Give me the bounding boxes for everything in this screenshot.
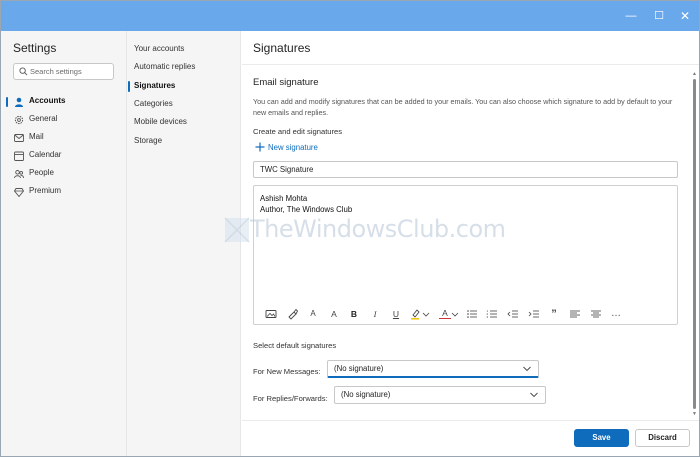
section-description: You can add and modify signatures that c… — [253, 97, 673, 117]
section-title: Email signature — [253, 77, 319, 88]
search-icon — [19, 67, 28, 76]
people-icon — [14, 170, 24, 179]
nav-item-label: People — [29, 168, 54, 177]
minimize-button[interactable]: — — [623, 8, 639, 24]
align-center-icon[interactable] — [590, 308, 602, 320]
nav-item-mail[interactable]: Mail — [1, 129, 127, 146]
save-button[interactable]: Save — [574, 429, 629, 447]
settings-title: Settings — [13, 41, 57, 55]
bold-icon[interactable]: B — [348, 308, 360, 320]
search-box[interactable] — [13, 63, 114, 80]
scroll-up-icon[interactable]: ▲ — [692, 71, 697, 77]
signature-name-input[interactable] — [253, 161, 678, 178]
accounts-subnav: Your accounts Automatic replies Signatur… — [127, 31, 241, 456]
default-signatures-label: Select default signatures — [253, 341, 337, 350]
chevron-down-icon[interactable] — [422, 308, 430, 320]
new-messages-label: For New Messages: — [253, 367, 321, 376]
underline-icon[interactable]: U — [390, 308, 402, 320]
signature-body[interactable]: Ashish Mohta Author, The Windows Club — [260, 193, 352, 215]
calendar-icon — [14, 151, 24, 161]
nav-item-label: Mail — [29, 132, 44, 141]
image-icon[interactable] — [265, 308, 277, 320]
subnav-item-label: Mobile devices — [134, 117, 187, 126]
mail-icon — [14, 134, 24, 142]
new-messages-select[interactable]: (No signature) — [327, 360, 539, 378]
nav-item-label: General — [29, 114, 58, 123]
nav-item-label: Calendar — [29, 150, 62, 159]
gear-icon — [14, 115, 24, 125]
new-signature-label: New signature — [268, 143, 318, 152]
signature-line-title: Author, The Windows Club — [260, 205, 353, 214]
nav-item-premium[interactable]: Premium — [1, 183, 127, 200]
signature-editor[interactable]: Ashish Mohta Author, The Windows Club A … — [253, 185, 678, 325]
font-color-icon[interactable]: A — [439, 308, 451, 319]
header-divider — [242, 64, 699, 65]
increase-indent-icon[interactable] — [528, 308, 540, 320]
nav-item-general[interactable]: General — [1, 111, 127, 128]
chevron-down-icon[interactable] — [451, 308, 459, 320]
diamond-icon — [14, 188, 24, 197]
chevron-down-icon — [530, 392, 538, 398]
subnav-item-mobile-devices[interactable]: Mobile devices — [127, 114, 240, 130]
subnav-item-label: Categories — [134, 99, 173, 108]
subnav-item-signatures[interactable]: Signatures — [127, 78, 240, 94]
chevron-down-icon — [523, 366, 531, 372]
format-toolbar: A A B I U A 123 ” … — [262, 308, 672, 322]
discard-button[interactable]: Discard — [635, 429, 690, 447]
signatures-panel: Signatures Email signature You can add a… — [242, 31, 699, 456]
nav-item-people[interactable]: People — [1, 165, 127, 182]
more-options-icon[interactable]: … — [610, 308, 622, 320]
title-bar: — ☐ ✕ — [1, 1, 699, 31]
bullet-list-icon[interactable] — [466, 308, 478, 320]
create-edit-label: Create and edit signatures — [253, 127, 343, 136]
scroll-down-icon[interactable]: ▼ — [692, 411, 697, 417]
quote-icon[interactable]: ” — [548, 308, 560, 320]
subnav-item-label: Your accounts — [134, 44, 185, 53]
page-title: Signatures — [253, 41, 311, 55]
italic-icon[interactable]: I — [369, 308, 381, 320]
nav-item-accounts[interactable]: Accounts — [1, 93, 127, 110]
vertical-scrollbar[interactable]: ▲ ▼ — [692, 71, 697, 418]
subnav-item-storage[interactable]: Storage — [127, 133, 240, 149]
subnav-item-your-accounts[interactable]: Your accounts — [127, 41, 240, 57]
subnav-item-categories[interactable]: Categories — [127, 96, 240, 112]
footer-divider — [242, 420, 699, 421]
subnav-item-label: Automatic replies — [134, 62, 196, 71]
person-icon — [15, 97, 23, 107]
replies-forwards-label: For Replies/Forwards: — [253, 394, 328, 403]
search-input[interactable] — [30, 65, 112, 78]
replies-forwards-value: (No signature) — [341, 390, 391, 399]
superscript-icon[interactable]: A — [328, 308, 340, 320]
settings-nav: Settings Accounts General Mail Calendar … — [1, 31, 127, 456]
maximize-button[interactable]: ☐ — [651, 8, 667, 24]
scrollbar-thumb[interactable] — [693, 79, 696, 409]
svg-text:3: 3 — [487, 315, 489, 319]
decrease-indent-icon[interactable] — [507, 308, 519, 320]
close-button[interactable]: ✕ — [677, 8, 693, 24]
subnav-item-label: Signatures — [134, 81, 176, 90]
numbered-list-icon[interactable]: 123 — [486, 308, 498, 320]
subnav-item-label: Storage — [134, 136, 163, 145]
nav-item-label: Accounts — [29, 96, 66, 105]
format-painter-icon[interactable] — [287, 308, 299, 320]
settings-window: — ☐ ✕ Settings Accounts General Mail Cal… — [0, 0, 700, 457]
nav-item-label: Premium — [29, 186, 62, 195]
highlight-icon[interactable] — [410, 308, 422, 320]
font-size-icon[interactable]: A — [307, 308, 319, 320]
signature-line-name: Ashish Mohta — [260, 194, 308, 203]
replies-forwards-select[interactable]: (No signature) — [334, 386, 546, 404]
plus-icon — [255, 142, 265, 152]
new-messages-value: (No signature) — [334, 364, 384, 373]
nav-item-calendar[interactable]: Calendar — [1, 147, 127, 164]
align-left-icon[interactable] — [569, 308, 581, 320]
subnav-item-automatic-replies[interactable]: Automatic replies — [127, 59, 240, 75]
